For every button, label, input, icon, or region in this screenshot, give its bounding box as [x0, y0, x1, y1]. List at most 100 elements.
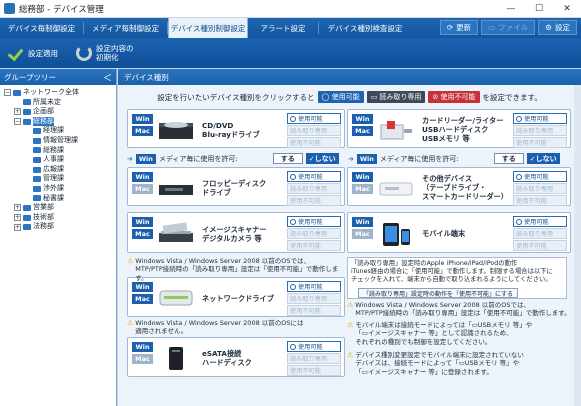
option-readonly[interactable]: 読み取り専用: [287, 228, 341, 239]
device-name: フロッピーディスク ドライブ: [202, 179, 267, 197]
vertical-scrollbar[interactable]: [574, 85, 581, 406]
radio-icon: [516, 115, 522, 122]
reset-settings-button[interactable]: 設定内容の 初期化: [76, 44, 134, 62]
tab-device-type-inspection[interactable]: デバイス種別検査設定: [319, 18, 411, 38]
option-readonly[interactable]: 読み取り専用: [287, 293, 341, 304]
option-readonly[interactable]: 読み取り専用: [287, 353, 341, 364]
network-device-icon: [157, 285, 195, 311]
collapse-panel-button[interactable]: ＜: [103, 71, 112, 84]
access-options: 使用可能 読み取り専用 使用不可能: [287, 341, 341, 377]
collapse-icon[interactable]: −: [4, 89, 11, 97]
tree-node[interactable]: 人事課: [0, 155, 116, 165]
radio-icon: [290, 283, 296, 290]
folder-icon: [33, 176, 41, 183]
tab-device-control[interactable]: デバイス毎制御設定: [0, 18, 83, 38]
file-icon: ▭: [488, 23, 496, 32]
title-bar: 総務部 - デバイス管理 — ☐ ✕: [0, 0, 581, 18]
device-card-floppy[interactable]: Win Mac フロッピーディスク ドライブ 使用可能 読み取り専用 使用不可能: [127, 167, 345, 206]
file-button[interactable]: ▭ ファイル: [481, 20, 536, 35]
tree-node[interactable]: − ネットワーク全体: [0, 88, 116, 98]
tree-node[interactable]: + 企画部: [0, 107, 116, 117]
win-badge: Win: [132, 172, 153, 182]
tree-node[interactable]: + 営業部: [0, 203, 116, 213]
tree-node[interactable]: 渉外課: [0, 184, 116, 194]
option-unusable[interactable]: 使用不可能: [287, 137, 341, 148]
option-readonly[interactable]: 読み取り専用: [513, 125, 567, 136]
option-unusable[interactable]: 使用不可能: [513, 137, 567, 148]
tree-node-label: ネットワーク全体: [23, 88, 79, 96]
tree-node[interactable]: 秘書課: [0, 194, 116, 204]
allow-no-button[interactable]: ✓ しない: [305, 153, 339, 164]
tab-media-control[interactable]: メディア毎制御設定: [84, 18, 167, 38]
device-card-mobile[interactable]: Win Mac モバイル端末 使用可能 読み取り専用 使用不可能: [347, 212, 571, 253]
warning-icon: ⚠: [127, 319, 134, 327]
allow-no-button[interactable]: ✓ しない: [526, 153, 560, 164]
minimize-button[interactable]: —: [497, 0, 525, 18]
tree-node-label: 営業部: [33, 203, 54, 212]
option-usable[interactable]: 使用可能: [287, 113, 341, 124]
device-card-cd[interactable]: Win Mac CD/DVD Blu-rayドライブ 使用可能 読み取り専用 使用不可能: [127, 109, 345, 148]
tree-node[interactable]: 広報課: [0, 165, 116, 175]
maximize-button[interactable]: ☐: [525, 0, 553, 18]
group-tree-panel: グループツリー ＜ − ネットワーク全体 所属未定 + 企画部 − 総務部 経理課 情報管理課総…: [0, 69, 117, 406]
tree-node[interactable]: 経理課: [0, 126, 116, 136]
option-unusable[interactable]: 使用不可能: [287, 195, 341, 206]
device-card-card[interactable]: Win Mac カードリーダー/ライター USBハードディスク USBメモリ 等使用可能…: [347, 109, 571, 148]
reset-icon: [76, 45, 92, 61]
mobile-device-icon: [377, 221, 415, 247]
option-usable[interactable]: 使用可能: [513, 113, 567, 124]
apply-settings-button[interactable]: 設定適用: [8, 45, 58, 61]
mobile-note-2: ⚠ モバイル端末は接続モードによっては「▭USBメモリ 等」や 「▭イメージスキャ…: [347, 321, 533, 346]
tree-node[interactable]: + 法務部: [0, 222, 116, 232]
win-badge: Win: [352, 172, 373, 182]
option-unusable[interactable]: 使用不可能: [513, 195, 567, 206]
tab-alert-settings[interactable]: アラート設定: [248, 18, 318, 38]
device-card-other[interactable]: Win Mac その他デバイス （テープドライブ・ スマートカードリーダー） 使用可能 読み…: [347, 167, 571, 206]
ios-restrict-button[interactable]: 「読み取り専用」設定時の動作を「使用不可能」にする: [358, 288, 519, 298]
tree-node[interactable]: − 総務部: [0, 116, 116, 127]
instruction-pre: 設定を行いたいデバイス種別をクリックすると: [157, 92, 315, 102]
tree-node[interactable]: 総務課: [0, 146, 116, 156]
option-usable[interactable]: 使用可能: [287, 216, 341, 227]
option-readonly[interactable]: 読み取り専用: [287, 125, 341, 136]
option-unusable[interactable]: 使用不可能: [287, 365, 341, 376]
tree-node[interactable]: 管理課: [0, 174, 116, 184]
folder-icon: [23, 214, 31, 221]
option-usable[interactable]: 使用可能: [287, 341, 341, 352]
tree-node[interactable]: + 技術部: [0, 213, 116, 223]
collapse-icon[interactable]: −: [14, 118, 21, 126]
option-readonly[interactable]: 読み取り専用: [513, 228, 567, 239]
allow-yes-button[interactable]: する: [493, 153, 524, 164]
tree-node-label: 人事課: [43, 155, 64, 164]
refresh-button[interactable]: ⟳ 更新: [439, 20, 479, 35]
option-unusable[interactable]: 使用不可能: [287, 305, 341, 316]
radio-icon: [516, 218, 522, 225]
cd-device-icon: [157, 117, 195, 143]
option-unusable[interactable]: 使用不可能: [287, 240, 341, 251]
mac-badge: Mac: [132, 126, 153, 136]
option-unusable[interactable]: 使用不可能: [513, 240, 567, 251]
device-card-network[interactable]: Win Mac ネットワークドライブ 使用可能 読み取り専用 使用不可能: [127, 277, 345, 317]
access-options: 使用可能 読み取り専用 使用不可能: [287, 281, 341, 317]
tab-device-type-control[interactable]: デバイス種別制御設定: [168, 18, 248, 38]
allow-yes-button[interactable]: する: [272, 153, 303, 164]
expand-icon[interactable]: +: [14, 204, 21, 212]
tree-node[interactable]: 情報管理課: [0, 136, 116, 146]
settings-button[interactable]: ⚙ 設定: [538, 20, 577, 35]
expand-icon[interactable]: +: [14, 223, 21, 231]
tree-node[interactable]: 所属未定: [0, 98, 116, 108]
option-usable[interactable]: 使用可能: [287, 281, 341, 292]
option-usable[interactable]: 使用可能: [513, 216, 567, 227]
option-usable[interactable]: 使用可能: [287, 171, 341, 182]
os-badges: Win Mac: [352, 217, 373, 241]
option-readonly[interactable]: 読み取り専用: [513, 183, 567, 194]
close-button[interactable]: ✕: [553, 0, 581, 18]
option-readonly[interactable]: 読み取り専用: [287, 183, 341, 194]
device-card-esata[interactable]: Win Mac eSATA接続 ハードディスク 使用可能 読み取り専用 使用不可能: [127, 337, 345, 377]
access-options: 使用可能 読み取り専用 使用不可能: [513, 113, 567, 149]
device-name: その他デバイス （テープドライブ・ スマートカードリーダー）: [422, 174, 509, 201]
expand-icon[interactable]: +: [14, 108, 21, 116]
device-card-scanner[interactable]: Win Mac イメージスキャナー デジタルカメラ 等 使用可能 読み取り専用 使用不可能: [127, 212, 345, 253]
option-usable[interactable]: 使用可能: [513, 171, 567, 182]
expand-icon[interactable]: +: [14, 214, 21, 222]
